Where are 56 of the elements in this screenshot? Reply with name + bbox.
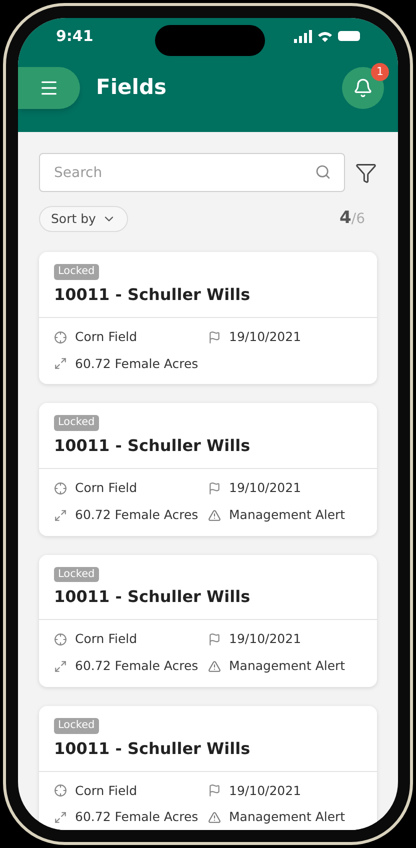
battery-icon bbox=[338, 31, 360, 41]
expand-icon bbox=[54, 508, 67, 522]
field-title: 10011 - Schuller Wills bbox=[54, 738, 250, 760]
date-label: 19/10/2021 bbox=[229, 479, 302, 497]
crosshair-icon bbox=[54, 482, 67, 495]
signal-icon bbox=[294, 30, 312, 42]
search-icon bbox=[315, 164, 331, 180]
field-card[interactable]: Locked 10011 - Schuller Wills Corn Field 19/10/2021 60.72 Female Acres Management Alert bbox=[39, 706, 377, 830]
crosshair-icon bbox=[54, 784, 67, 798]
crop-label: Corn Field bbox=[75, 630, 138, 648]
result-count: 4/6 bbox=[340, 207, 366, 230]
flag-icon bbox=[208, 633, 221, 646]
alert-label: Management Alert bbox=[229, 657, 346, 675]
field-card[interactable]: Locked 10011 - Schuller Wills Corn Field 19/10/2021 60.72 Female Acres Management Alert bbox=[39, 403, 377, 536]
flag-icon bbox=[208, 482, 221, 495]
sort-button[interactable]: Sort by bbox=[39, 206, 128, 232]
area-label: 60.72 Female Acres bbox=[75, 354, 198, 372]
locked-badge: Locked bbox=[54, 264, 99, 280]
area-label: 60.72 Female Acres bbox=[75, 657, 198, 675]
menu-button[interactable] bbox=[18, 67, 80, 109]
field-title: 10011 - Schuller Wills bbox=[54, 435, 250, 457]
filter-icon[interactable] bbox=[355, 162, 377, 184]
expand-icon bbox=[54, 811, 67, 824]
locked-badge: Locked bbox=[54, 566, 99, 582]
date-label: 19/10/2021 bbox=[229, 782, 302, 800]
expand-icon bbox=[54, 660, 67, 673]
field-card[interactable]: Locked 10011 - Schuller Wills Corn Field 19/10/2021 60.72 Female Acres bbox=[39, 252, 377, 384]
bell-icon bbox=[353, 78, 373, 98]
crop-label: Corn Field bbox=[75, 328, 138, 346]
warning-icon bbox=[208, 811, 221, 824]
date-label: 19/10/2021 bbox=[229, 328, 302, 346]
field-card[interactable]: Locked 10011 - Schuller Wills Corn Field 19/10/2021 60.72 Female Acres Management Alert bbox=[39, 554, 377, 687]
search-field[interactable]: Search bbox=[39, 153, 345, 192]
alert-label: Management Alert bbox=[229, 808, 346, 826]
area-label: 60.72 Female Acres bbox=[75, 808, 198, 826]
locked-badge: Locked bbox=[54, 718, 99, 734]
field-title: 10011 - Schuller Wills bbox=[54, 284, 250, 306]
status-time: 9:41 bbox=[56, 26, 94, 47]
area-label: 60.72 Female Acres bbox=[75, 506, 198, 524]
flag-icon bbox=[208, 330, 221, 344]
field-title: 10011 - Schuller Wills bbox=[54, 586, 250, 608]
flag-icon bbox=[208, 784, 221, 798]
date-label: 19/10/2021 bbox=[229, 630, 302, 648]
expand-icon bbox=[54, 357, 67, 370]
warning-icon bbox=[208, 508, 221, 522]
crop-label: Corn Field bbox=[75, 479, 138, 497]
crop-label: Corn Field bbox=[75, 782, 138, 800]
notification-badge: 1 bbox=[371, 63, 389, 81]
crosshair-icon bbox=[54, 330, 67, 344]
wifi-icon bbox=[318, 30, 332, 42]
notifications-button[interactable] bbox=[342, 67, 384, 109]
locked-badge: Locked bbox=[54, 415, 99, 431]
warning-icon bbox=[208, 660, 221, 673]
crosshair-icon bbox=[54, 633, 67, 646]
alert-label: Management Alert bbox=[229, 506, 346, 524]
page-title: Fields bbox=[96, 74, 167, 102]
